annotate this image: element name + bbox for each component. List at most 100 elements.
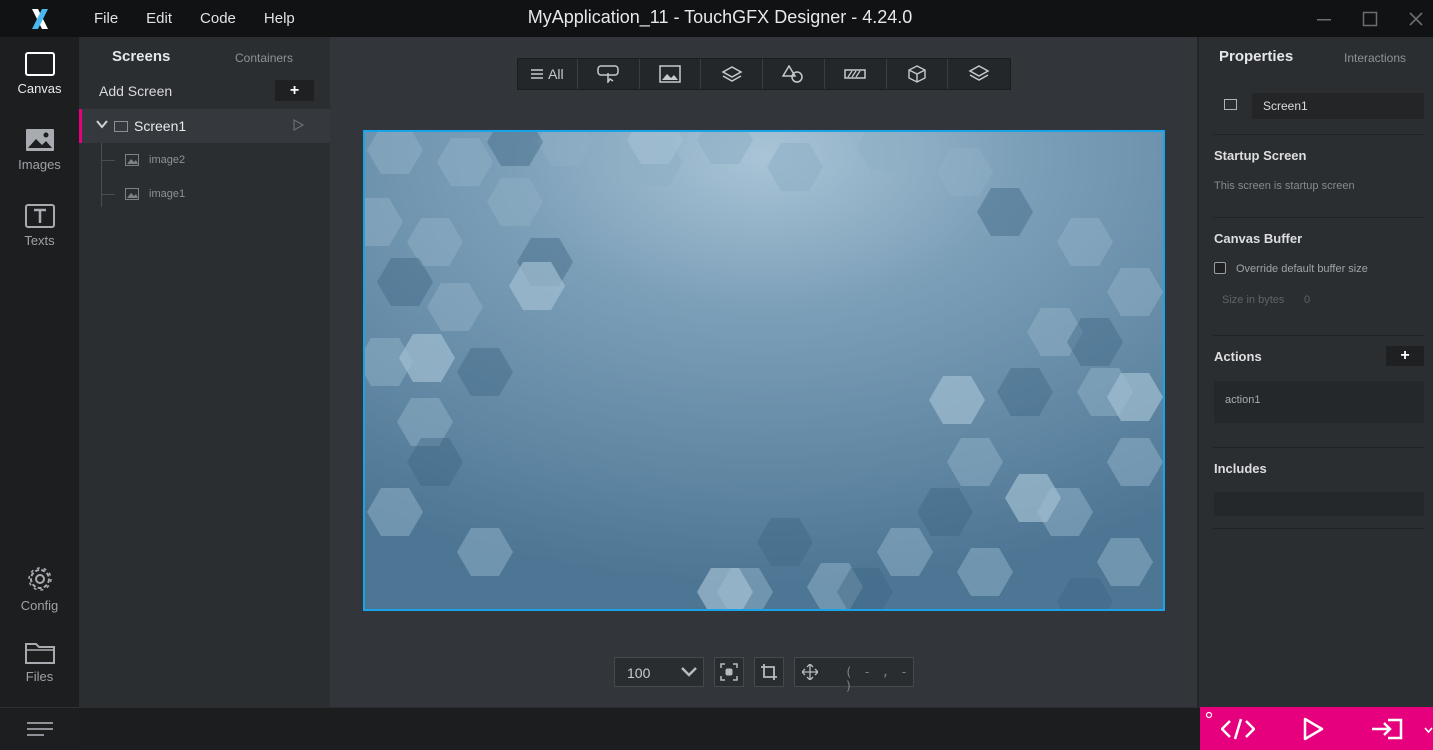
list-icon	[531, 69, 544, 79]
nav-files-label: Files	[25, 669, 54, 684]
text-icon	[24, 204, 55, 228]
action-item[interactable]: action1	[1214, 381, 1424, 423]
chevron-down-icon	[681, 667, 697, 677]
nav-texts[interactable]: Texts	[0, 203, 79, 273]
canvas-icon	[24, 52, 55, 76]
override-buffer-checkbox[interactable]	[1214, 262, 1226, 274]
3d-widgets-button[interactable]	[887, 59, 949, 89]
tab-screens[interactable]: Screens	[112, 48, 170, 65]
run-simulator-button[interactable]	[1283, 707, 1343, 750]
gear-icon	[27, 567, 52, 591]
nav-texts-label: Texts	[24, 233, 55, 248]
crop-icon	[761, 664, 777, 680]
includes-heading: Includes	[1214, 461, 1267, 476]
canvas-area: All 100 (- , -)	[330, 37, 1197, 707]
actions-heading: Actions	[1214, 349, 1262, 364]
startup-screen-text: This screen is startup screen	[1214, 180, 1355, 192]
fit-screen-button[interactable]	[714, 657, 744, 687]
status-bar	[79, 707, 1200, 750]
image-icon	[25, 129, 54, 151]
name-field-value: Screen1	[1263, 99, 1308, 113]
maximize-button[interactable]	[1347, 0, 1393, 37]
coordinate-value: ( - , - )	[845, 665, 910, 693]
run-toolbar	[1200, 707, 1433, 750]
title-bar: File Edit Code Help MyApplication_11 - T…	[0, 0, 1433, 37]
nav-config-label: Config	[20, 598, 59, 613]
coordinate-display: ( - , - )	[794, 657, 914, 693]
minimize-button[interactable]	[1301, 0, 1347, 37]
widget-toolbar: All	[517, 58, 1011, 90]
add-action-button[interactable]: +	[1386, 346, 1424, 366]
run-on-target-button[interactable]	[1357, 707, 1417, 750]
add-screen-button[interactable]: +	[275, 80, 314, 101]
startup-screen-heading: Startup Screen	[1214, 148, 1307, 163]
progress-icon	[844, 69, 866, 79]
window-title: MyApplication_11 - TouchGFX Designer - 4…	[527, 7, 913, 27]
layer-widgets-button[interactable]	[948, 59, 1010, 89]
move-icon	[802, 664, 818, 680]
divider	[1213, 335, 1425, 336]
nav-images[interactable]: Images	[0, 127, 79, 197]
nav-config[interactable]: Config	[0, 564, 79, 634]
screen-name: Screen1	[134, 118, 187, 134]
size-in-bytes-label: Size in bytes	[1222, 294, 1285, 306]
divider	[1213, 528, 1425, 529]
close-button[interactable]	[1393, 0, 1433, 37]
image-icon	[659, 65, 681, 83]
size-in-bytes-value: 0	[1304, 294, 1311, 306]
canvas-buffer-heading: Canvas Buffer	[1214, 231, 1303, 246]
filter-all-label: All	[548, 66, 564, 82]
canvas-bottom-tools: 100 ( - , - )	[330, 657, 1197, 693]
fit-screen-icon	[720, 663, 738, 681]
tab-interactions[interactable]: Interactions	[1344, 51, 1406, 65]
run-target-icon	[1372, 718, 1403, 739]
includes-field[interactable]	[1214, 492, 1424, 516]
zoom-value: 100	[627, 665, 651, 681]
image-icon	[125, 154, 139, 166]
shape-widgets-button[interactable]	[763, 59, 825, 89]
chevron-down-icon[interactable]	[1424, 727, 1433, 734]
screen-row[interactable]: Screen1	[79, 109, 330, 143]
button-widgets-button[interactable]	[578, 59, 640, 89]
play-icon	[1303, 717, 1324, 740]
screen-icon	[114, 121, 128, 132]
screen-canvas[interactable]	[363, 130, 1165, 611]
tab-containers[interactable]: Containers	[235, 51, 293, 65]
nav-canvas[interactable]: Canvas	[0, 51, 79, 121]
nav-images-label: Images	[18, 157, 61, 172]
tree-item-label: image2	[149, 154, 186, 166]
override-buffer-label: Override default buffer size	[1236, 263, 1368, 275]
close-icon	[1409, 11, 1423, 26]
progress-widgets-button[interactable]	[825, 59, 887, 89]
hamburger-icon	[26, 722, 53, 736]
nav-canvas-label: Canvas	[17, 81, 62, 96]
3d-icon	[908, 65, 926, 83]
nav-files[interactable]: Files	[0, 639, 79, 709]
tree-item-image2[interactable]: image2	[79, 144, 330, 176]
play-icon[interactable]	[292, 119, 304, 131]
shapes-icon	[782, 65, 804, 83]
tree-item-image1[interactable]: image1	[79, 178, 330, 210]
left-navigation: Canvas Images Texts Config Files	[0, 37, 79, 750]
screen-icon	[1224, 99, 1237, 110]
tab-properties[interactable]: Properties	[1219, 48, 1293, 65]
tree-item-label: image1	[149, 188, 186, 200]
button-icon	[597, 65, 619, 83]
generate-code-button[interactable]	[1208, 707, 1268, 750]
hamburger-menu[interactable]	[0, 707, 79, 750]
properties-panel: Properties Interactions Screen1 Startup …	[1197, 37, 1433, 707]
layers-icon	[968, 65, 990, 81]
container-icon	[721, 66, 743, 82]
image-widgets-button[interactable]	[640, 59, 702, 89]
name-field[interactable]: Screen1	[1252, 93, 1424, 119]
action-item-label: action1	[1225, 394, 1261, 406]
chevron-down-icon[interactable]	[96, 118, 108, 130]
background-image[interactable]	[365, 132, 1163, 609]
zoom-select[interactable]: 100	[614, 657, 704, 687]
filter-all-button[interactable]: All	[518, 59, 578, 89]
divider	[1213, 217, 1425, 218]
crop-button[interactable]	[754, 657, 784, 687]
divider	[1213, 134, 1425, 135]
container-widgets-button[interactable]	[701, 59, 763, 89]
code-icon	[1221, 718, 1255, 739]
